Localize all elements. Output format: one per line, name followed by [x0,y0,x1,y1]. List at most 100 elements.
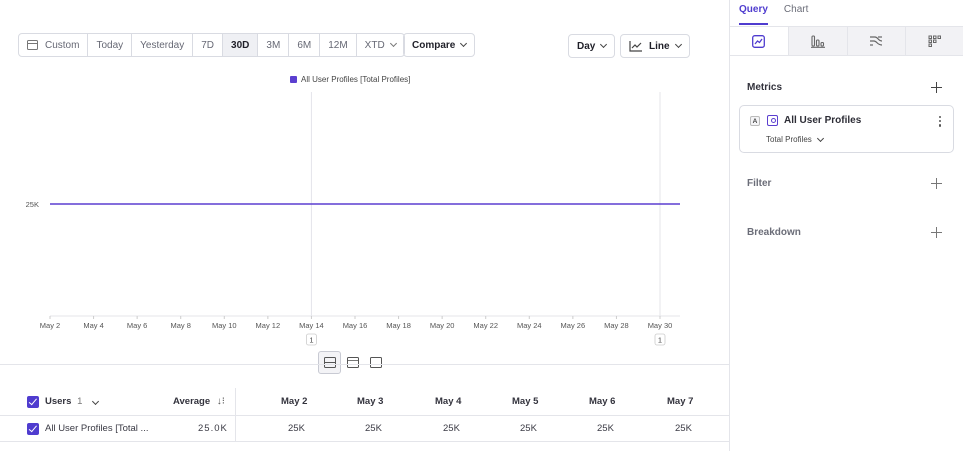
x-tick-label: May 6 [127,321,147,330]
add-metric-icon[interactable] [931,82,942,93]
date-range-today[interactable]: Today [88,34,133,56]
date-range-12m[interactable]: 12M [320,34,357,56]
annotation-label: 1 [658,336,662,345]
row-average: 25.0K [198,423,228,434]
breakdown-title: Breakdown [747,227,801,238]
x-tick-label: May 10 [212,321,237,330]
x-tick-label: May 16 [343,321,368,330]
divider [0,364,729,365]
date-range-30d[interactable]: 30D [223,34,259,56]
chart-view-icon [346,357,359,368]
x-tick-label: May 22 [473,321,498,330]
table-cell: 25K [675,423,692,434]
toolbar: Custom Today Yesterday 7D 30D 3M 6M 12M … [18,33,405,57]
flows-icon [870,35,883,46]
tab-query[interactable]: Query [739,0,768,25]
average-header[interactable]: Average ↓⁝ [173,396,225,407]
layout-chart-button[interactable] [341,351,364,374]
metric-card[interactable]: A All User Profiles Total Profiles [739,105,954,153]
main-area: Custom Today Yesterday 7D 30D 3M 6M 12M … [0,0,729,451]
filter-title: Filter [747,178,772,189]
x-tick-label: May 8 [170,321,190,330]
x-tick-label: May 26 [561,321,586,330]
table-view-icon [369,357,382,368]
chevron-down-icon [91,397,100,406]
chevron-down-icon [816,134,824,142]
calendar-icon [27,40,38,50]
tab-flows[interactable] [848,27,907,55]
date-range-3m[interactable]: 3M [258,34,290,56]
line-chart[interactable]: May 2 May 4 May 6 May 8 May 10 May 12 May 14 Ma… [0,88,729,348]
legend-swatch [290,76,297,83]
interval-button[interactable]: Day [568,34,616,58]
report-type-tabs [730,26,963,56]
funnels-icon [810,34,825,48]
column-header[interactable]: May 7 [667,396,693,407]
sort-icon[interactable]: ↓⁝ [217,396,225,407]
add-filter-icon[interactable] [931,178,942,189]
column-header[interactable]: May 3 [357,396,383,407]
x-tick-label: May 4 [83,321,103,330]
x-tick-label: May 20 [430,321,455,330]
split-view-icon [323,357,336,368]
tab-chart[interactable]: Chart [784,0,808,25]
row-label: All User Profiles [Total ... [45,423,149,434]
date-range-custom[interactable]: Custom [19,34,89,56]
x-tick-label: May 28 [604,321,629,330]
group-header[interactable]: Users 1 [45,396,100,407]
date-range-7d[interactable]: 7D [193,34,224,56]
table-row[interactable]: All User Profiles [Total ... 25.0K 25K 2… [0,415,729,442]
add-breakdown-icon[interactable] [931,227,942,238]
date-range-6m[interactable]: 6M [289,34,321,56]
chevron-down-icon [674,40,682,49]
x-tick-label: May 24 [517,321,542,330]
table-cell: 25K [597,423,614,434]
table-cell: 25K [520,423,537,434]
line-chart-icon [629,40,642,52]
select-all-checkbox[interactable] [27,395,39,408]
table-header-row: Users 1 Average ↓⁝ May 2 May 3 May 4 May… [0,388,729,415]
tab-insights[interactable] [730,27,789,55]
column-header[interactable]: May 5 [512,396,538,407]
chevron-down-icon [460,39,468,48]
x-tick-label: May 18 [386,321,411,330]
date-range-segment: Custom Today Yesterday 7D 30D 3M 6M 12M … [18,33,405,57]
x-tick-label: May 2 [40,321,60,330]
query-panel: Query Chart Metrics A All User Profiles … [729,0,963,451]
column-divider [235,388,236,442]
metrics-title: Metrics [747,82,783,93]
row-checkbox[interactable] [27,422,39,435]
column-header[interactable]: May 4 [435,396,461,407]
layout-table-button[interactable] [364,351,387,374]
metric-measure-select[interactable]: Total Profiles [766,134,824,144]
retention-icon [928,35,942,47]
panel-tabs: Query Chart [739,0,824,25]
column-header[interactable]: May 6 [589,396,615,407]
data-table: Users 1 Average ↓⁝ May 2 May 3 May 4 May… [0,388,729,442]
date-range-xtd[interactable]: XTD [357,34,404,56]
chart-legend[interactable]: All User Profiles [Total Profiles] [290,75,410,84]
layout-toggle [318,351,387,374]
x-tick-label: May 14 [299,321,324,330]
layout-split-button[interactable] [318,351,341,374]
x-tick-label: May 30 [648,321,673,330]
table-cell: 25K [288,423,305,434]
more-options-icon[interactable] [939,116,942,127]
user-profile-icon [767,115,778,126]
chevron-down-icon [389,39,397,48]
chevron-down-icon [600,40,608,49]
metric-letter: A [750,116,760,126]
x-tick-label: May 12 [256,321,281,330]
column-header[interactable]: May 2 [281,396,307,407]
chart-type-button[interactable]: Line [620,34,690,58]
table-cell: 25K [365,423,382,434]
annotation-label: 1 [309,336,313,345]
tab-funnels[interactable] [789,27,848,55]
tab-retention[interactable] [906,27,963,55]
legend-label: All User Profiles [Total Profiles] [301,75,411,84]
date-range-yesterday[interactable]: Yesterday [132,34,194,56]
insights-icon [752,34,766,48]
metric-name[interactable]: All User Profiles [784,115,861,126]
y-tick-label: 25K [26,200,39,209]
compare-button[interactable]: Compare [403,33,476,57]
